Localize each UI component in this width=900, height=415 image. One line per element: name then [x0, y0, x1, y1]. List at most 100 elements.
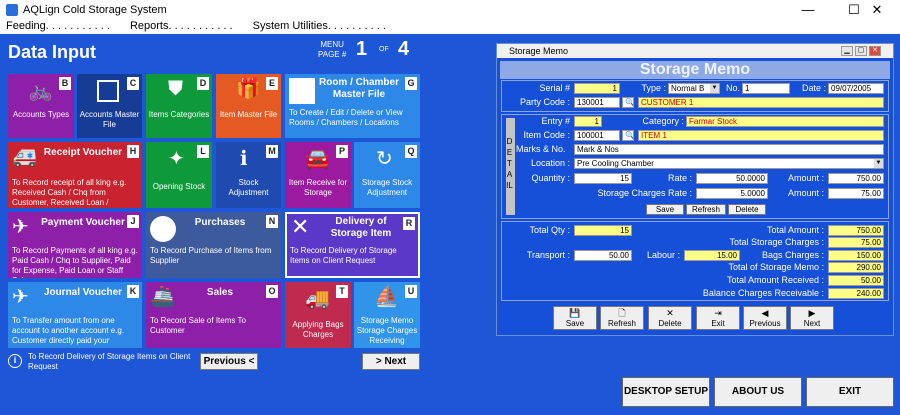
detail-label: DETAIL	[506, 137, 513, 190]
tile-title: Delivery of Storage Item	[330, 216, 392, 239]
tile-items-categories[interactable]: D ⛊ Items Categories	[146, 74, 212, 138]
shortcut-key: D	[197, 77, 209, 90]
total-qty-label: Total Qty :	[529, 225, 570, 235]
search-icon[interactable]: 🔍	[622, 97, 634, 108]
close-button[interactable]: ✕	[854, 0, 900, 20]
memo-close-button[interactable]: ✕	[869, 46, 881, 56]
tile-label: Stock Adjustment	[228, 178, 269, 197]
chevron-down-icon: ▼	[874, 159, 883, 168]
tile-storage-memo[interactable]: U ⛵ Storage Memo Storage Charges Receivi…	[354, 282, 420, 348]
memo-maximize-button[interactable]: ▢	[855, 46, 867, 56]
detail-tab: DETAIL	[506, 118, 515, 215]
rate-field[interactable]: 50.0000	[696, 173, 768, 184]
date-field[interactable]: 09/07/2005	[828, 83, 884, 94]
menu-system-utilities[interactable]: System Utilities. . . . . . . . . .	[253, 20, 386, 34]
airplane-icon: ✈	[12, 286, 29, 308]
shortcut-key: Q	[405, 145, 417, 158]
storage-rate-field[interactable]: 5.0000	[696, 188, 768, 199]
toolbar-label: Save	[565, 319, 585, 328]
tile-description: To Record Purchase of Items from Supplie…	[150, 246, 272, 265]
receipt-icon: 🚑	[12, 146, 37, 168]
about-us-button[interactable]: ABOUT US	[714, 377, 802, 407]
tile-receipt-voucher[interactable]: H 🚑 Receipt Voucher To Record receipt of…	[8, 142, 142, 208]
exit-button[interactable]: EXIT	[806, 377, 894, 407]
tile-label: Applying Bags Charges	[292, 320, 344, 339]
tile-sales[interactable]: O 🚢 Sales To Record Sale of Items To Cus…	[146, 282, 281, 348]
tile-item-receive-for-storage[interactable]: P 🚘 Item Receive for Storage	[285, 142, 351, 208]
shortcut-key: H	[127, 145, 139, 158]
tile-accounts-master-file[interactable]: C Accounts Master File	[77, 74, 142, 138]
previous-page-button[interactable]: Previous <	[200, 353, 258, 370]
detail-delete-button[interactable]: Delete	[728, 204, 766, 215]
toolbar-next-button[interactable]: ▶ Next	[790, 306, 834, 330]
tile-item-master-file[interactable]: E 🎁 Item Master File	[216, 74, 281, 138]
location-select[interactable]: Pre Cooling Chamber ▼	[574, 158, 884, 169]
tile-label: Opening Stock	[152, 182, 206, 191]
next-icon: ▶	[808, 308, 816, 318]
transport-label: Transport :	[526, 250, 570, 260]
tile-room-chamber-master-file[interactable]: G Room / Chamber Master File To Create /…	[285, 74, 420, 138]
category-field: Farmar Stock	[686, 116, 884, 127]
bags-charges-field: 150.00	[828, 250, 884, 261]
balance-label: Balance Charges Receivable :	[702, 288, 824, 298]
toolbar-refresh-button[interactable]: 🗋 Refresh	[600, 306, 644, 330]
item-code-field[interactable]: 100001	[574, 130, 620, 141]
labour-label: Labour :	[646, 250, 680, 260]
info-icon: i	[8, 354, 22, 368]
desktop-setup-button[interactable]: DESKTOP SETUP	[622, 377, 710, 407]
tile-label: Storage Memo Storage Charges Receiving	[356, 316, 418, 345]
total-received-field: 50.00	[828, 275, 884, 286]
marks-field[interactable]: Mark & Nos	[574, 144, 884, 155]
serial-field[interactable]: 1	[574, 83, 620, 94]
gift-icon: 🎁	[236, 78, 261, 100]
memo-banner: Storage Memo	[500, 61, 890, 79]
car-icon: 🚘	[305, 148, 330, 170]
memo-title-bar: Storage Memo ▁ ▢ ✕	[497, 44, 893, 58]
menu-reports[interactable]: Reports. . . . . . . . . . .	[130, 20, 233, 34]
toolbar-label: Previous	[749, 319, 781, 328]
tile-accounts-types[interactable]: B 🚲 Accounts Types	[8, 74, 74, 138]
shortcut-key: E	[266, 77, 278, 90]
tile-storage-stock-adjustment[interactable]: Q ↻ Storage Stock Adjustment	[354, 142, 420, 208]
tile-applying-bags-charges[interactable]: T 🚚 Applying Bags Charges	[285, 282, 351, 348]
page-total: 4	[398, 38, 410, 60]
toolbar-save-button[interactable]: 💾 Save	[553, 306, 597, 330]
tile-title: Receipt Voucher	[43, 147, 123, 158]
info-icon: ℹ	[240, 148, 248, 170]
tile-opening-stock[interactable]: L ✦ Opening Stock	[146, 142, 212, 208]
tile-label: Accounts Master File	[79, 110, 140, 129]
no-field[interactable]: 1	[742, 83, 790, 94]
entry-field[interactable]: 1	[574, 116, 602, 127]
star-icon: ✦	[168, 148, 185, 170]
no-label: No.	[725, 83, 740, 93]
party-code-field[interactable]: 130001	[574, 97, 620, 108]
type-select[interactable]: Normal B ▼	[668, 83, 720, 94]
menu-feeding[interactable]: Feeding. . . . . . . . . . .	[6, 20, 110, 34]
circle-icon	[150, 216, 176, 242]
detail-refresh-button[interactable]: Refresh	[686, 204, 726, 215]
tile-description: To Create / Edit / Delete or View Rooms …	[289, 108, 403, 127]
tile-payment-voucher[interactable]: J ✈ Payment Voucher To Record Payments o…	[8, 212, 142, 278]
toolbar-label: Delete	[658, 319, 682, 328]
menu-label: MENU	[320, 40, 344, 49]
toolbar-exit-button[interactable]: ⇥ Exit	[696, 306, 740, 330]
labour-field[interactable]: 15.00	[684, 250, 740, 261]
search-icon[interactable]: 🔍	[622, 130, 634, 141]
quantity-field[interactable]: 15	[574, 173, 632, 184]
toolbar-delete-button[interactable]: ✕ Delete	[648, 306, 692, 330]
tile-purchases[interactable]: N Purchases To Record Purchase of Items …	[146, 212, 281, 278]
party-code-label: Party Code :	[519, 97, 570, 107]
memo-minimize-button[interactable]: ▁	[841, 46, 853, 56]
transport-field[interactable]: 50.00	[574, 250, 632, 261]
next-page-button[interactable]: > Next	[362, 353, 420, 370]
shortcut-key: G	[405, 77, 417, 90]
entry-label: Entry #	[541, 116, 570, 126]
detail-save-button[interactable]: Save	[646, 204, 684, 215]
shortcut-key: N	[266, 215, 278, 228]
tile-stock-adjustment[interactable]: M ℹ Stock Adjustment	[216, 142, 281, 208]
tile-delivery-of-storage-item[interactable]: R ✕ Delivery of Storage Item To Record D…	[285, 212, 420, 278]
tile-journal-voucher[interactable]: K ✈ Journal Voucher To Transfer amount f…	[8, 282, 142, 348]
toolbar-previous-button[interactable]: ◀ Previous	[743, 306, 787, 330]
minimize-button[interactable]: —	[785, 0, 831, 20]
tile-description: To Record Sale of Items To Customer	[150, 316, 246, 335]
